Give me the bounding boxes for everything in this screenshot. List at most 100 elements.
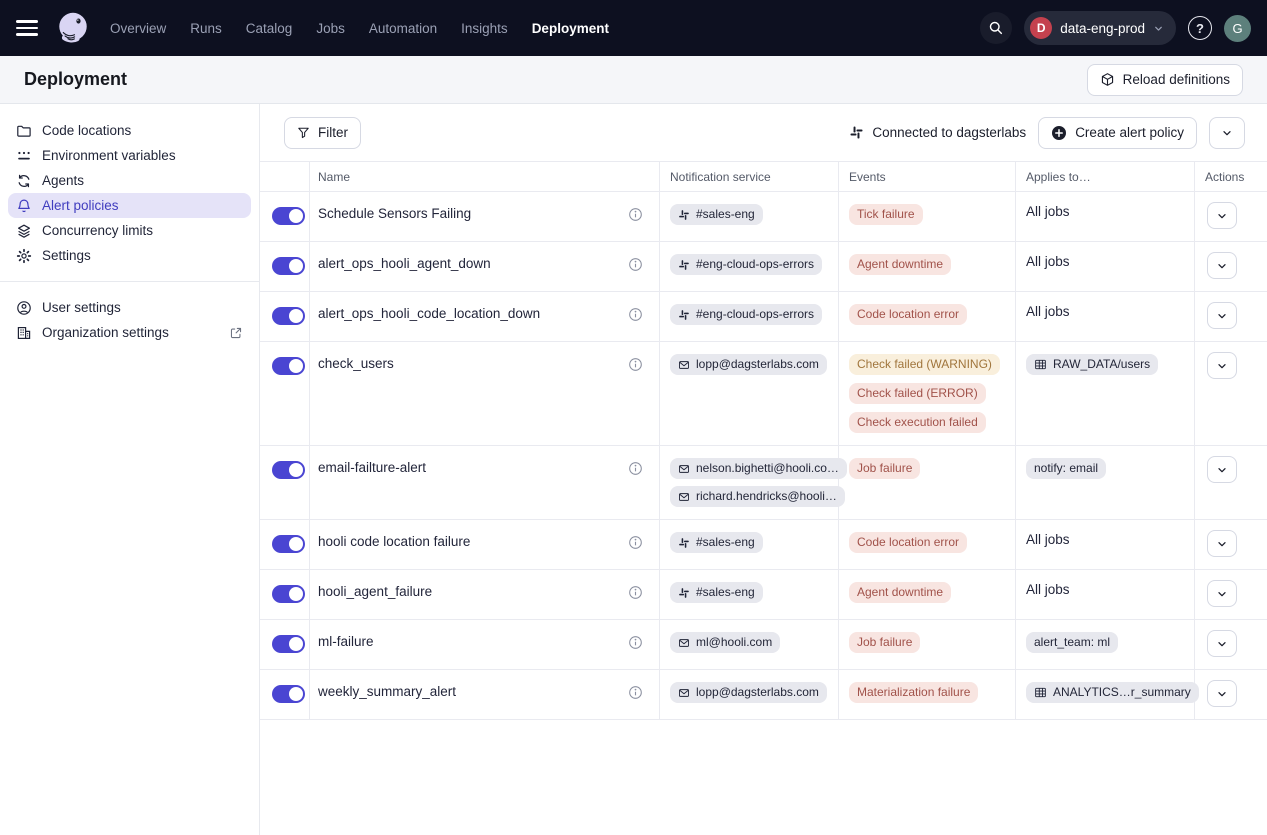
sidebar-item-code-locations[interactable]: Code locations — [8, 118, 251, 143]
sidebar-item-concurrency-limits[interactable]: Concurrency limits — [8, 218, 251, 243]
sidebar-item-settings[interactable]: Settings — [8, 243, 251, 268]
row-actions-button[interactable] — [1207, 252, 1237, 279]
policy-name: weekly_summary_alert — [318, 684, 456, 699]
policy-enabled-toggle[interactable] — [272, 307, 305, 325]
sidebar-item-agents[interactable]: Agents — [8, 168, 251, 193]
row-actions-button[interactable] — [1207, 456, 1237, 483]
sidebar-item-environment-variables[interactable]: Environment variables — [8, 143, 251, 168]
table-row: ml-failureml@hooli.comJob failurealert_t… — [260, 620, 1267, 670]
connected-label: Connected to dagsterlabs — [872, 125, 1026, 140]
row-actions-button[interactable] — [1207, 680, 1237, 707]
user-icon — [16, 300, 32, 316]
policy-enabled-toggle[interactable] — [272, 685, 305, 703]
event-pill: Check execution failed — [849, 412, 986, 433]
info-icon[interactable] — [628, 535, 643, 550]
column-header-actions: Actions — [1195, 162, 1267, 191]
event-pill: Code location error — [849, 304, 967, 325]
event-pill: Agent downtime — [849, 254, 951, 275]
applies-to-pill: RAW_DATA/users — [1026, 354, 1158, 375]
sidebar-item-label: Agents — [42, 173, 84, 188]
reload-package-icon — [1100, 72, 1115, 87]
info-icon[interactable] — [628, 635, 643, 650]
row-actions-button[interactable] — [1207, 530, 1237, 557]
deployment-badge: D — [1030, 17, 1052, 39]
slack-notification-pill: #sales-eng — [670, 204, 763, 225]
filter-button[interactable]: Filter — [284, 117, 361, 149]
applies-to-pill: ANALYTICS…r_summary — [1026, 682, 1199, 703]
external-link-icon[interactable] — [229, 326, 243, 340]
help-icon[interactable]: ? — [1188, 16, 1212, 40]
policy-enabled-toggle[interactable] — [272, 357, 305, 375]
info-icon[interactable] — [628, 307, 643, 322]
reload-definitions-button[interactable]: Reload definitions — [1087, 64, 1243, 96]
chevron-down-icon — [1221, 127, 1233, 139]
policy-enabled-toggle[interactable] — [272, 535, 305, 553]
nav-link-deployment[interactable]: Deployment — [532, 21, 609, 36]
nav-link-catalog[interactable]: Catalog — [246, 21, 293, 36]
table-row: hooli code location failure#sales-engCod… — [260, 520, 1267, 570]
nav-link-insights[interactable]: Insights — [461, 21, 508, 36]
table-icon — [1034, 686, 1047, 699]
policy-name: email-failture-alert — [318, 460, 426, 475]
info-icon[interactable] — [628, 357, 643, 372]
user-avatar[interactable]: G — [1224, 15, 1251, 42]
policy-enabled-toggle[interactable] — [272, 257, 305, 275]
email-notification-pill: lopp@dagsterlabs.com — [670, 682, 827, 703]
slack-icon — [849, 125, 864, 140]
deployment-name: data-eng-prod — [1060, 21, 1145, 36]
sidebar-item-organization-settings[interactable]: Organization settings — [8, 320, 251, 345]
event-pill: Materialization failure — [849, 682, 978, 703]
nav-link-automation[interactable]: Automation — [369, 21, 437, 36]
info-icon[interactable] — [628, 257, 643, 272]
folder-icon — [16, 123, 32, 139]
notification-label: #sales-eng — [696, 536, 755, 549]
email-icon — [678, 359, 690, 371]
email-icon — [678, 491, 690, 503]
policy-enabled-toggle[interactable] — [272, 207, 305, 225]
top-nav: Overview Runs Catalog Jobs Automation Insight… — [0, 0, 1267, 56]
hamburger-menu-icon[interactable] — [16, 16, 40, 40]
email-notification-pill: richard.hendricks@hooli… — [670, 486, 845, 507]
policy-name: hooli code location failure — [318, 534, 470, 549]
search-icon[interactable] — [980, 12, 1012, 44]
column-header-applies-to: Applies to… — [1016, 162, 1195, 191]
column-header-name: Name — [310, 162, 660, 191]
notification-label: #sales-eng — [696, 586, 755, 599]
slack-icon — [678, 309, 690, 321]
dagster-logo-icon[interactable] — [54, 9, 92, 47]
row-actions-button[interactable] — [1207, 580, 1237, 607]
sidebar-item-user-settings[interactable]: User settings — [8, 295, 251, 320]
sidebar-item-alert-policies[interactable]: Alert policies — [8, 193, 251, 218]
env-vars-icon — [16, 148, 32, 164]
reload-definitions-label: Reload definitions — [1123, 72, 1230, 87]
bell-icon — [16, 198, 32, 214]
policy-enabled-toggle[interactable] — [272, 585, 305, 603]
more-actions-button[interactable] — [1209, 117, 1245, 149]
nav-link-jobs[interactable]: Jobs — [316, 21, 345, 36]
page-title: Deployment — [24, 69, 127, 90]
row-actions-button[interactable] — [1207, 630, 1237, 657]
notification-label: nelson.bighetti@hooli.co… — [696, 462, 839, 475]
applies-to-text: All jobs — [1026, 532, 1070, 547]
notification-label: #eng-cloud-ops-errors — [696, 258, 814, 271]
row-actions-button[interactable] — [1207, 302, 1237, 329]
nav-link-overview[interactable]: Overview — [110, 21, 166, 36]
applies-to-pill: notify: email — [1026, 458, 1106, 479]
event-pill: Agent downtime — [849, 582, 951, 603]
info-icon[interactable] — [628, 585, 643, 600]
policy-enabled-toggle[interactable] — [272, 635, 305, 653]
event-pill: Tick failure — [849, 204, 923, 225]
row-actions-button[interactable] — [1207, 202, 1237, 229]
event-pill: Job failure — [849, 632, 920, 653]
applies-to-text: All jobs — [1026, 254, 1070, 269]
deployment-switcher[interactable]: D data-eng-prod — [1024, 11, 1176, 45]
info-icon[interactable] — [628, 685, 643, 700]
nav-link-runs[interactable]: Runs — [190, 21, 222, 36]
info-icon[interactable] — [628, 461, 643, 476]
create-alert-policy-button[interactable]: Create alert policy — [1038, 117, 1197, 149]
policy-enabled-toggle[interactable] — [272, 461, 305, 479]
sidebar-item-label: Organization settings — [42, 325, 169, 340]
row-actions-button[interactable] — [1207, 352, 1237, 379]
info-icon[interactable] — [628, 207, 643, 222]
policy-name: ml-failure — [318, 634, 374, 649]
